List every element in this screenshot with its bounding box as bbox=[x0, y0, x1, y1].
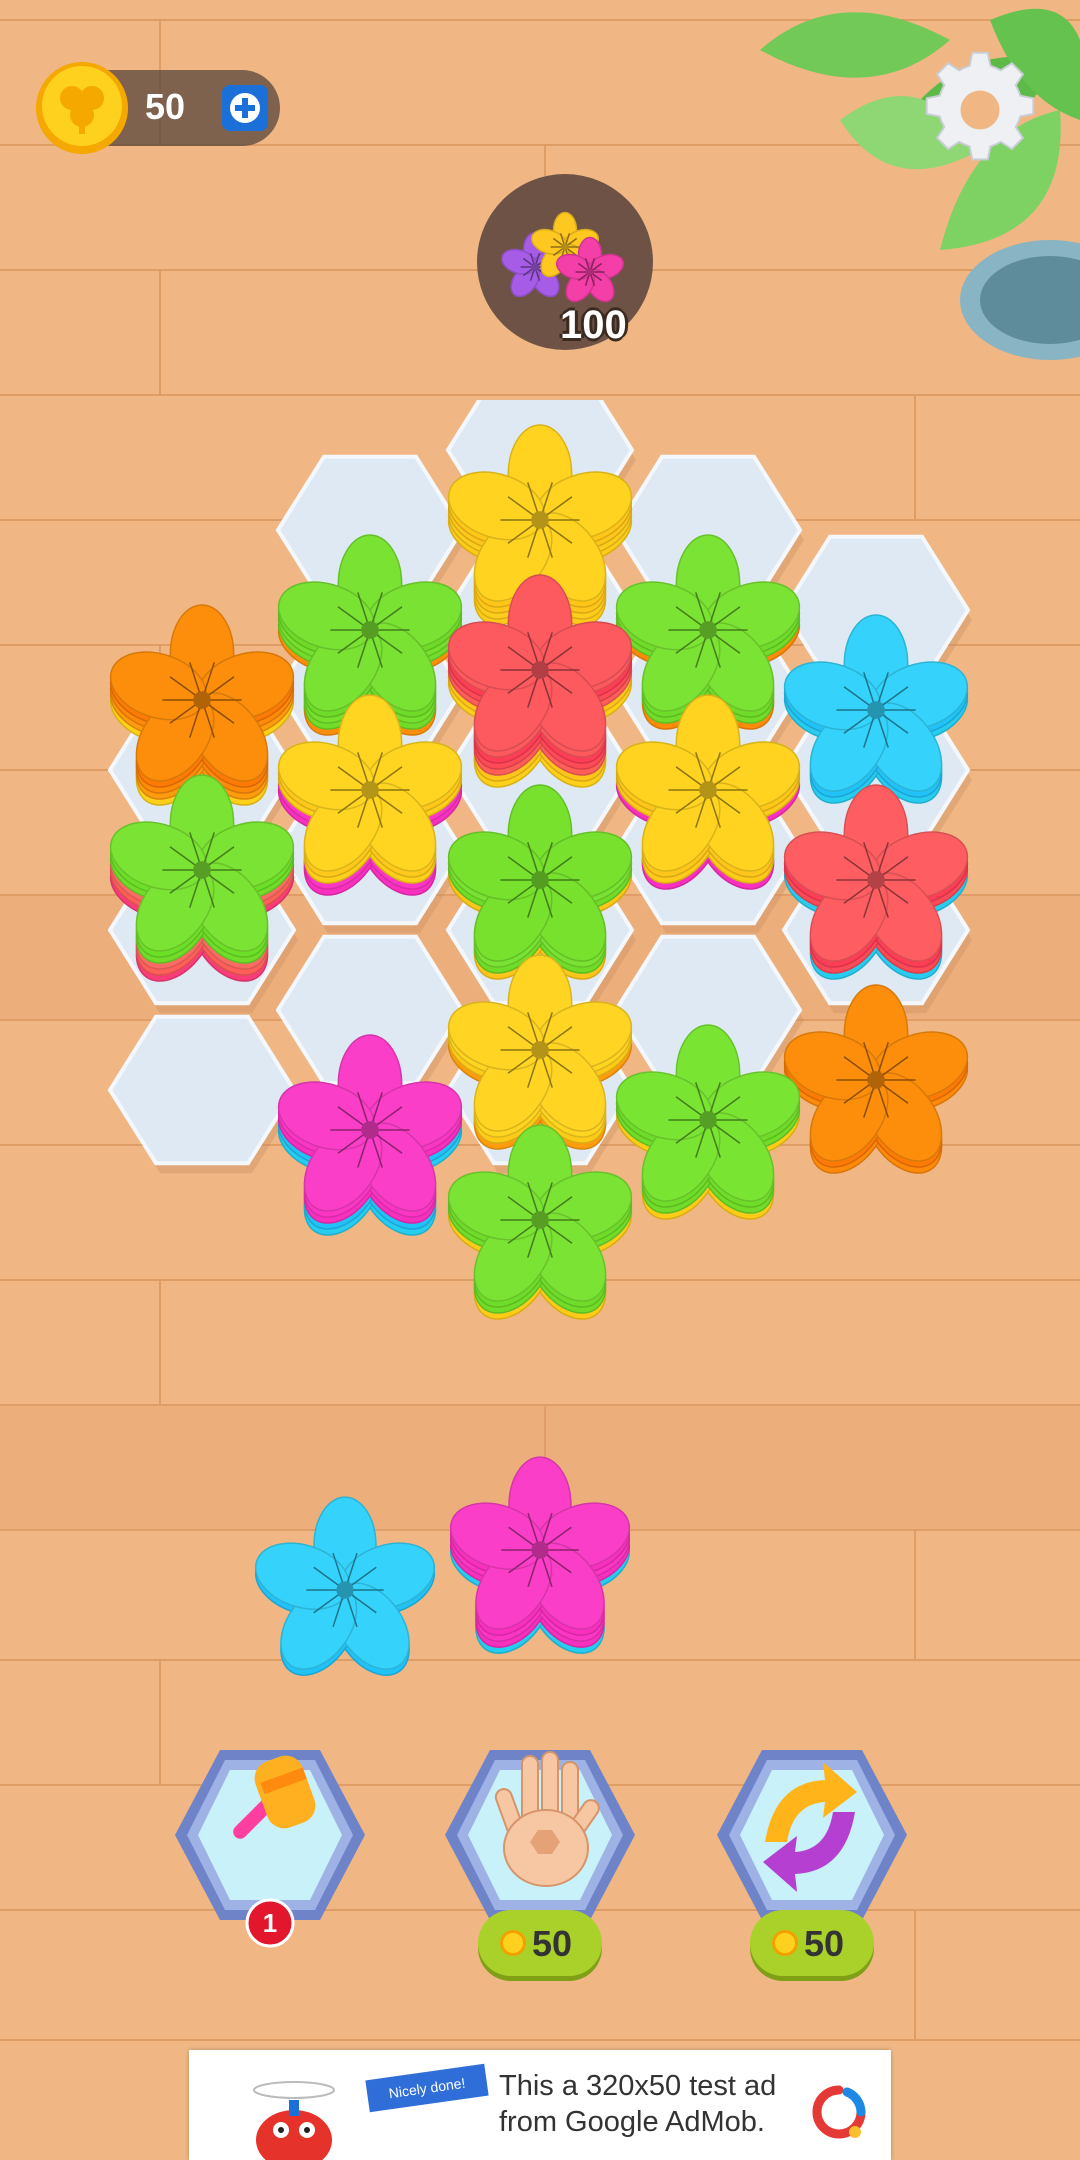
clover-coin-icon bbox=[36, 62, 128, 154]
coin-icon bbox=[500, 1930, 526, 1956]
booster-hand-price-label: 50 bbox=[532, 1923, 573, 1964]
coin-icon bbox=[772, 1930, 798, 1956]
coin-amount: 50 bbox=[145, 86, 186, 127]
goal-counter: 100 bbox=[560, 303, 627, 347]
stack-tray[interactable] bbox=[180, 1420, 700, 1710]
hammer-icon bbox=[233, 1755, 316, 1839]
ad-mascot-image bbox=[253, 2081, 335, 2160]
flower-stack[interactable] bbox=[270, 1034, 470, 1250]
flower-stack[interactable] bbox=[440, 1124, 640, 1334]
tray-stack[interactable] bbox=[247, 1496, 443, 1689]
flower-stack[interactable] bbox=[776, 984, 976, 1188]
gear-icon[interactable] bbox=[915, 45, 1045, 175]
shuffle-icon bbox=[763, 1762, 857, 1892]
hex-board[interactable] bbox=[0, 400, 1080, 1400]
booster-shuffle-price-label: 50 bbox=[804, 1923, 845, 1964]
booster-hammer-badge: 1 bbox=[263, 1908, 277, 1938]
booster-hand-price[interactable]: 50 bbox=[478, 1910, 602, 1976]
tray-stack[interactable] bbox=[442, 1456, 638, 1667]
hand-icon bbox=[494, 1751, 600, 1887]
ad-flag-text: Nicely done! bbox=[365, 2063, 489, 2113]
plus-icon[interactable] bbox=[220, 83, 270, 133]
game-screen: 50 100 1 50 50 Nicely done! This a 320x5… bbox=[0, 0, 1080, 2160]
booster-shuffle-price[interactable]: 50 bbox=[750, 1910, 874, 1976]
booster-count-badge: 1 bbox=[245, 1898, 295, 1948]
ad-banner[interactable]: Nicely done! This a 320x50 test ad from … bbox=[189, 2050, 891, 2160]
ad-text: This a 320x50 test ad from Google AdMob. bbox=[499, 2070, 777, 2138]
admob-logo-icon bbox=[812, 2085, 866, 2139]
flower-top bbox=[254, 1496, 436, 1670]
